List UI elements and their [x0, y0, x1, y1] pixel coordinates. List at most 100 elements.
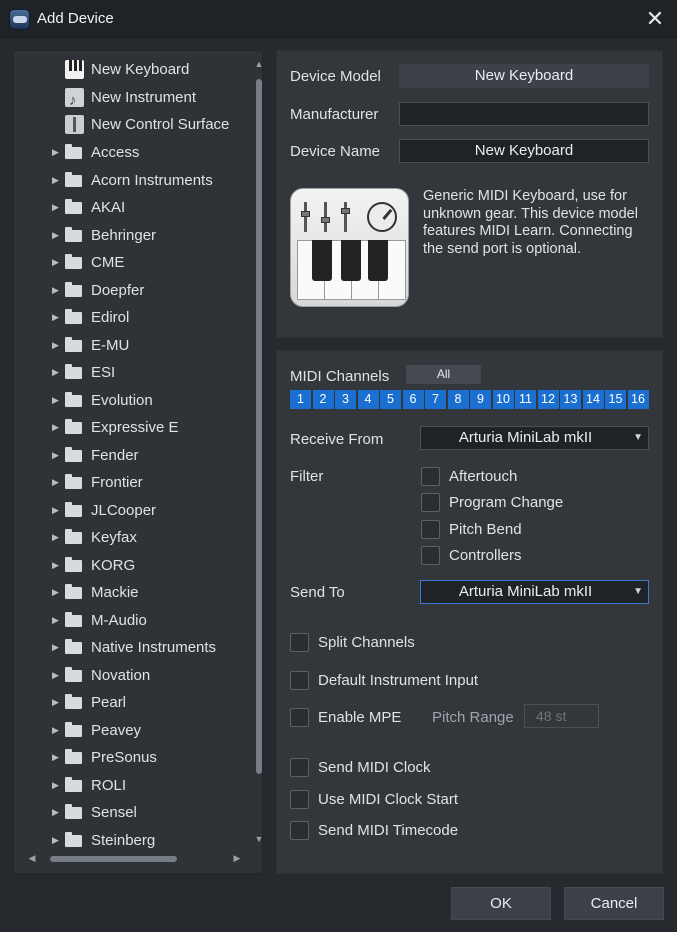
tree-folder-item[interactable]: ▶ Keyfax [14, 524, 246, 551]
checkbox[interactable] [290, 708, 309, 727]
expand-arrow-icon[interactable]: ▶ [52, 689, 60, 716]
midi-channel-button[interactable]: 11 [515, 390, 536, 409]
device-name-input[interactable]: New Keyboard [399, 139, 649, 163]
tree-folder-item[interactable]: ▶ Doepfer [14, 277, 246, 304]
tree-folder-item[interactable]: ▶ AKAI [14, 194, 246, 221]
expand-arrow-icon[interactable]: ▶ [52, 634, 60, 661]
device-tree[interactable]: New Keyboard New Instrument New Control … [13, 50, 263, 874]
expand-arrow-icon[interactable]: ▶ [52, 524, 60, 551]
manufacturer-input[interactable] [399, 102, 649, 126]
tree-folder-item[interactable]: ▶ Steinberg [14, 827, 246, 854]
expand-arrow-icon[interactable]: ▶ [52, 497, 60, 524]
expand-arrow-icon[interactable]: ▶ [52, 552, 60, 579]
tree-folder-item[interactable]: ▶ Mackie [14, 579, 246, 606]
checkbox[interactable] [290, 790, 309, 809]
checkbox[interactable] [421, 546, 440, 565]
tree-item-new-control-surface[interactable]: New Control Surface [14, 111, 246, 138]
tree-folder-item[interactable]: ▶ PreSonus [14, 744, 246, 771]
send-to-select[interactable]: Arturia MiniLab mkII ▼ [420, 580, 649, 604]
tree-folder-item[interactable]: ▶ Peavey [14, 717, 246, 744]
midi-channel-button[interactable]: 9 [470, 390, 491, 409]
tree-folder-item[interactable]: ▶ Edirol [14, 304, 246, 331]
expand-arrow-icon[interactable]: ▶ [52, 717, 60, 744]
tree-folder-item[interactable]: ▶ ROLI [14, 772, 246, 799]
expand-arrow-icon[interactable]: ▶ [52, 387, 60, 414]
midi-channel-button[interactable]: 3 [335, 390, 356, 409]
expand-arrow-icon[interactable]: ▶ [52, 222, 60, 249]
horizontal-scrollbar[interactable]: ◀ ▶ [26, 851, 246, 865]
expand-arrow-icon[interactable]: ▶ [52, 414, 60, 441]
tree-folder-item[interactable]: ▶ Behringer [14, 222, 246, 249]
checkbox[interactable] [290, 633, 309, 652]
midi-channel-button[interactable]: 15 [605, 390, 626, 409]
scroll-down-icon[interactable]: ▼ [254, 834, 264, 844]
midi-channel-button[interactable]: 7 [425, 390, 446, 409]
expand-arrow-icon[interactable]: ▶ [52, 139, 60, 166]
tree-folder-item[interactable]: ▶ KORG [14, 552, 246, 579]
expand-arrow-icon[interactable]: ▶ [52, 772, 60, 799]
tree-folder-item[interactable]: ▶ Sensel [14, 799, 246, 826]
ok-button[interactable]: OK [451, 887, 551, 920]
expand-arrow-icon[interactable]: ▶ [52, 662, 60, 689]
midi-channel-button[interactable]: 8 [447, 390, 469, 409]
all-channels-button[interactable]: All [406, 365, 481, 384]
midi-channel-button[interactable]: 13 [560, 390, 581, 409]
scroll-left-icon[interactable]: ◀ [26, 851, 38, 865]
tree-folder-item[interactable]: ▶ Access [14, 139, 246, 166]
checkbox[interactable] [421, 520, 440, 539]
tree-item-new-instrument[interactable]: New Instrument [14, 84, 246, 114]
expand-arrow-icon[interactable]: ▶ [52, 167, 60, 194]
expand-arrow-icon[interactable]: ▶ [52, 332, 60, 359]
tree-folder-item[interactable]: ▶ Frontier [14, 469, 246, 496]
tree-folder-item[interactable]: ▶ Expressive E [14, 414, 246, 441]
pitch-range-input[interactable]: 48 st [524, 704, 599, 728]
tree-folder-item[interactable]: ▶ Acorn Instruments [14, 167, 246, 194]
scroll-thumb[interactable] [50, 856, 177, 862]
expand-arrow-icon[interactable]: ▶ [52, 607, 60, 634]
expand-arrow-icon[interactable]: ▶ [52, 744, 60, 771]
midi-channel-button[interactable]: 14 [582, 390, 604, 409]
expand-arrow-icon[interactable]: ▶ [52, 277, 60, 304]
checkbox[interactable] [290, 671, 309, 690]
scroll-up-icon[interactable]: ▲ [254, 59, 264, 69]
midi-channel-button[interactable]: 16 [627, 390, 649, 409]
tree-folder-item[interactable]: ▶ Native Instruments [14, 634, 246, 661]
receive-from-select[interactable]: Arturia MiniLab mkII ▼ [420, 426, 649, 450]
midi-channel-button[interactable]: 10 [492, 390, 514, 409]
tree-item-new-keyboard[interactable]: New Keyboard [14, 56, 246, 83]
tree-folder-item[interactable]: ▶ ESI [14, 359, 246, 386]
cancel-button[interactable]: Cancel [564, 887, 664, 920]
midi-channel-button[interactable]: 6 [402, 390, 424, 409]
tree-folder-item[interactable]: ▶ Pearl [14, 689, 246, 716]
midi-channel-button[interactable]: 2 [312, 390, 334, 409]
scroll-thumb[interactable] [256, 79, 262, 774]
tree-folder-item[interactable]: ▶ JLCooper [14, 497, 246, 524]
tree-folder-item[interactable]: ▶ Novation [14, 662, 246, 689]
checkbox[interactable] [421, 467, 440, 486]
tree-folder-item[interactable]: ▶ E-MU [14, 332, 246, 359]
checkbox[interactable] [290, 758, 309, 777]
checkbox[interactable] [290, 821, 309, 840]
tree-folder-item[interactable]: ▶ CME [14, 249, 246, 276]
midi-channel-button[interactable]: 1 [290, 390, 311, 409]
expand-arrow-icon[interactable]: ▶ [52, 249, 60, 276]
expand-arrow-icon[interactable]: ▶ [52, 469, 60, 496]
tree-folder-item[interactable]: ▶ M-Audio [14, 607, 246, 634]
expand-arrow-icon[interactable]: ▶ [52, 442, 60, 469]
tree-folder-item[interactable]: ▶ Fender [14, 442, 246, 469]
expand-arrow-icon[interactable]: ▶ [52, 194, 60, 221]
expand-arrow-icon[interactable]: ▶ [52, 304, 60, 331]
vertical-scrollbar[interactable]: ▲ ▼ [254, 59, 264, 849]
midi-channel-button[interactable]: 4 [357, 390, 379, 409]
tree-folder-item[interactable]: ▶ Evolution [14, 387, 246, 414]
expand-arrow-icon[interactable]: ▶ [52, 827, 60, 854]
folder-icon [65, 419, 82, 434]
expand-arrow-icon[interactable]: ▶ [52, 799, 60, 826]
checkbox[interactable] [421, 493, 440, 512]
expand-arrow-icon[interactable]: ▶ [52, 359, 60, 386]
midi-channel-button[interactable]: 12 [537, 390, 559, 409]
scroll-right-icon[interactable]: ▶ [231, 851, 243, 865]
midi-channel-button[interactable]: 5 [380, 390, 401, 409]
close-icon[interactable]: ✕ [640, 4, 670, 34]
expand-arrow-icon[interactable]: ▶ [52, 579, 60, 606]
